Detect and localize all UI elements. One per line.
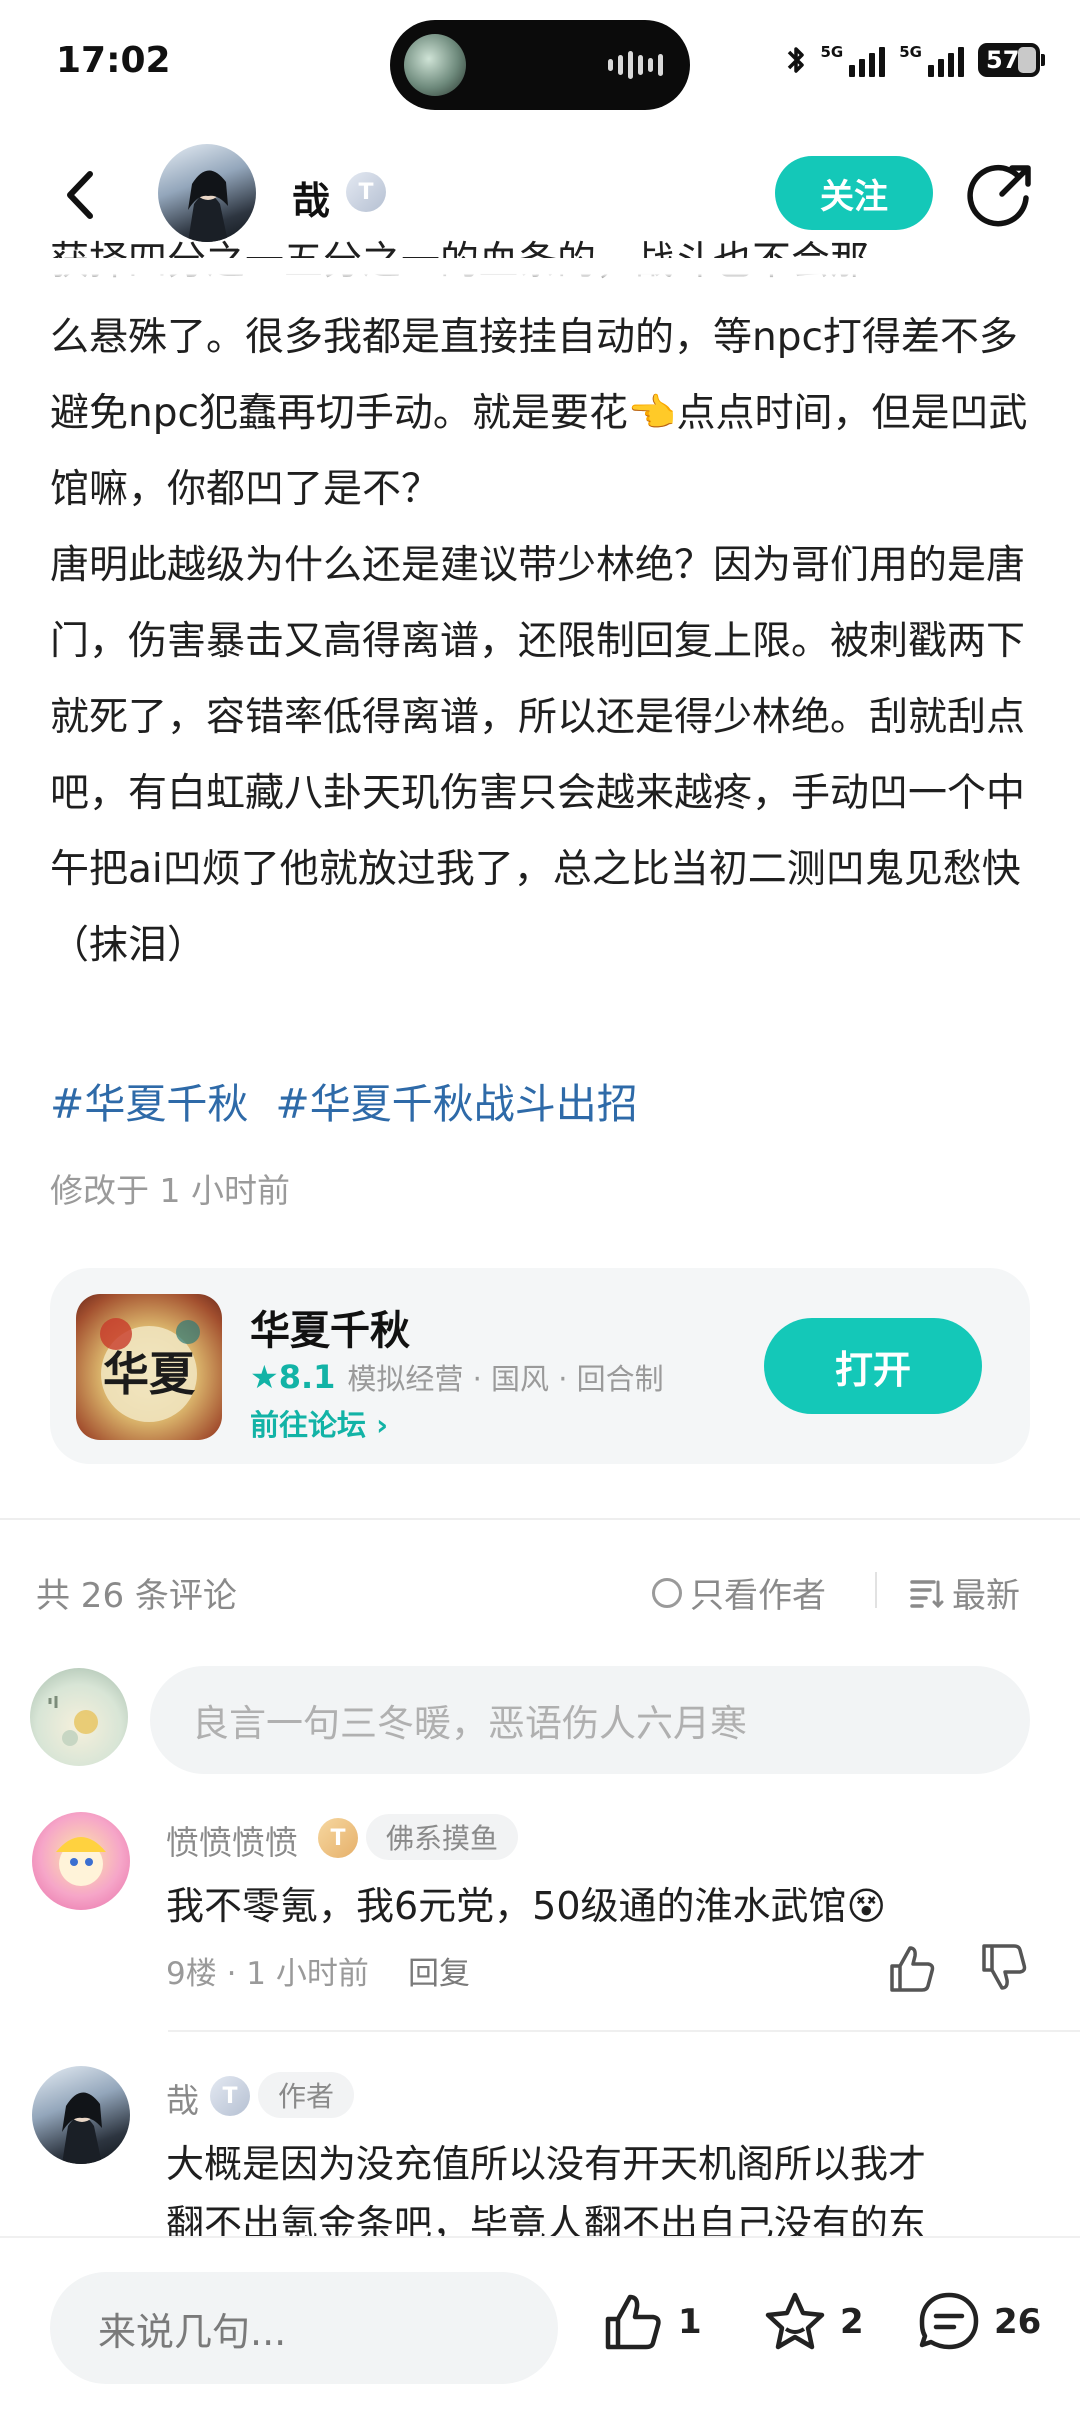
dislike-icon[interactable] <box>976 1940 1032 1996</box>
forum-link[interactable]: 前往论坛 › <box>250 1402 388 1444</box>
level-badge: T <box>318 1818 358 1858</box>
share-icon[interactable] <box>966 160 1036 230</box>
only-author-label: 只看作者 <box>690 1576 826 1616</box>
comment-text: 我不零氪，我6元党，50级通的淮水武馆😵 <box>166 1884 887 1928</box>
signal-icon-2: 5G <box>899 43 964 77</box>
game-icon[interactable]: 华夏 <box>76 1294 222 1440</box>
bluetooth-icon <box>787 47 804 73</box>
commenter-name[interactable]: 愤愤愤愤 <box>166 1816 298 1864</box>
commenter-name[interactable]: 哉 <box>166 2074 199 2122</box>
quick-comment-input[interactable]: 来说几句... <box>50 2272 558 2384</box>
author-name[interactable]: 哉 <box>292 170 330 225</box>
game-title[interactable]: 华夏千秋 <box>250 1298 410 1356</box>
user-title-badge: 佛系摸鱼 <box>366 1814 519 1860</box>
star-icon: ★ <box>250 1358 279 1396</box>
reply-button[interactable]: 回复 <box>408 1948 470 1993</box>
signal-icon-1: 5G <box>821 43 886 77</box>
follow-button[interactable]: 关注 <box>775 156 933 230</box>
level-badge: T <box>346 172 386 212</box>
commenter-avatar[interactable] <box>32 2066 130 2164</box>
like-icon[interactable] <box>884 1940 940 1996</box>
media-thumbnail <box>404 34 466 96</box>
game-genres: 模拟经营 · 国风 · 回合制 <box>347 1362 664 1396</box>
section-divider <box>0 1518 1080 1520</box>
post-paragraph-2: 唐明此越级为什么还是建议带少林绝？因为哥们用的是唐门，伤害暴击又高得离谱，还限制… <box>50 543 1026 968</box>
clock: 17:02 <box>56 40 171 81</box>
back-icon[interactable] <box>52 160 112 230</box>
sort-button[interactable]: 最新 <box>910 1568 1020 1617</box>
comment-meta: 9楼 · 1 小时前 <box>166 1956 369 1992</box>
star-outline-icon <box>765 2292 825 2350</box>
dynamic-island[interactable] <box>390 20 690 110</box>
level-badge: T <box>210 2076 250 2116</box>
topic-tags: #华夏千秋 #华夏千秋战斗出招 <box>50 1070 652 1130</box>
only-author-toggle[interactable]: 只看作者 <box>652 1568 826 1617</box>
forum-link-label: 前往论坛 <box>250 1408 367 1442</box>
radio-circle-icon <box>652 1577 682 1608</box>
chevron-right-icon: › <box>366 1408 389 1442</box>
topic-tag[interactable]: #华夏千秋战斗出招 <box>275 1080 637 1128</box>
favorite-count: 2 <box>840 2302 864 2342</box>
comment-total: 26 <box>994 2302 1042 2342</box>
game-score: ★8.1 <box>250 1358 335 1396</box>
like-button[interactable]: 1 <box>600 2282 702 2362</box>
open-game-button[interactable]: 打开 <box>764 1318 982 1414</box>
comment-button[interactable]: 26 <box>916 2282 1041 2362</box>
bottom-action-bar: 来说几句... 1 2 26 <box>0 2236 1080 2416</box>
modified-time: 修改于 1 小时前 <box>50 1171 290 1210</box>
battery-icon: 57 <box>978 43 1045 77</box>
game-card[interactable]: 华夏 华夏千秋 ★8.1 模拟经营 · 国风 · 回合制 前往论坛 › 打开 <box>50 1268 1030 1464</box>
system-icons: 5G 5G 57 <box>785 40 1045 80</box>
game-icon-text: 华夏 <box>103 1347 196 1401</box>
topic-tag[interactable]: #华夏千秋 <box>50 1080 248 1128</box>
score-value: 8.1 <box>278 1358 336 1396</box>
post-paragraph-1: 么悬殊了。很多我都是直接挂自动的，等npc打得差不多避免npc犯蠢再切手动。就是… <box>50 315 1028 512</box>
comment-count: 共 26 条评论 <box>36 1576 237 1616</box>
status-bar: 17:02 5G 5G 57 <box>0 0 1080 128</box>
comment-divider <box>168 2030 1080 2032</box>
like-count: 1 <box>678 2302 702 2342</box>
game-meta: ★8.1 模拟经营 · 国风 · 回合制 <box>250 1356 664 1398</box>
thumbs-up-icon <box>605 2294 661 2350</box>
post-body: 获择四分之一五分之一的血条的，战斗也不会那 么悬殊了。很多我都是直接挂自动的，等… <box>50 239 1035 984</box>
commenter-avatar[interactable] <box>32 1812 130 1910</box>
sort-label: 最新 <box>952 1576 1020 1616</box>
comment-input[interactable]: 良言一句三冬暖，恶语伤人六月寒 <box>150 1666 1030 1774</box>
user-avatar <box>30 1668 128 1766</box>
comment-bubble-icon <box>919 2292 979 2350</box>
scroll-fade <box>0 258 1080 284</box>
sort-icon <box>910 1579 944 1608</box>
author-badge: 作者 <box>258 2072 355 2118</box>
battery-level: 57 <box>986 46 1020 74</box>
favorite-button[interactable]: 2 <box>762 2282 864 2362</box>
divider <box>875 1572 877 1608</box>
audio-wave-icon <box>608 50 664 80</box>
comment-text-line: 大概是因为没充值所以没有开天机阁所以我才 <box>166 2142 927 2186</box>
